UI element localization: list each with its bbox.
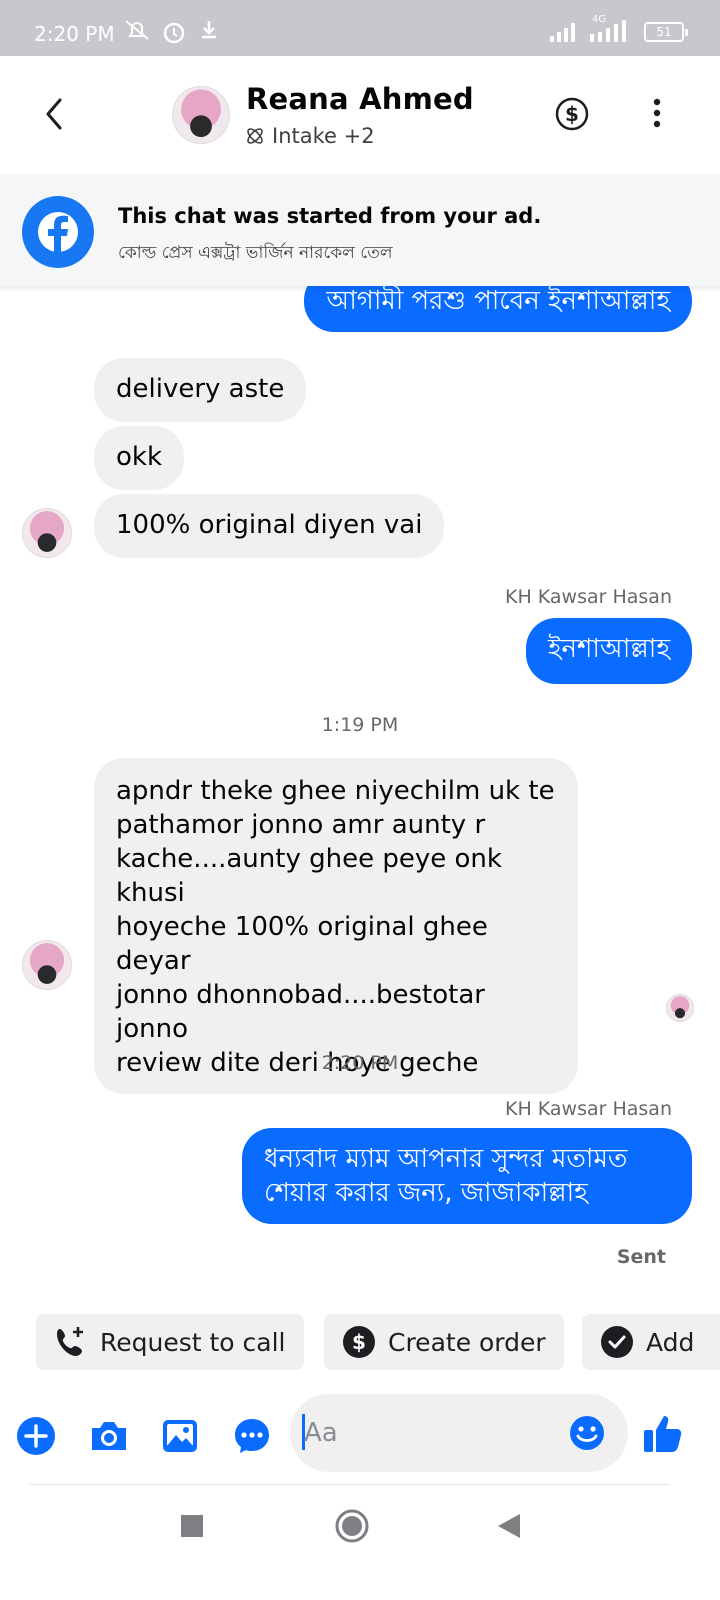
thumbs-up-icon[interactable]: [642, 1412, 684, 1456]
camera-icon[interactable]: [88, 1416, 130, 1456]
emoji-icon[interactable]: [568, 1414, 606, 1452]
gallery-icon[interactable]: [160, 1416, 200, 1456]
download-icon: [202, 21, 216, 39]
sender-name: KH Kawsar Hasan: [504, 1098, 672, 1120]
incoming-message[interactable]: 100% original diyen vai: [94, 494, 445, 558]
timestamp: 1:19 PM: [321, 714, 399, 736]
contact-avatar[interactable]: [172, 86, 230, 144]
message-input[interactable]: Aa: [290, 1394, 628, 1472]
battery-icon: 51: [644, 22, 688, 42]
status-time: 2:20 PM: [34, 22, 115, 46]
composer-divider: [30, 1484, 670, 1485]
facebook-logo-icon: [22, 196, 94, 268]
incoming-message[interactable]: delivery aste: [94, 358, 307, 422]
chat-bubble-icon[interactable]: [232, 1416, 272, 1456]
ad-banner-title: This chat was started from your ad.: [118, 204, 542, 228]
muted-notification-icon: [125, 20, 149, 40]
chat-header: Reana Ahmed Intake +2 $: [0, 56, 720, 174]
incoming-message[interactable]: okk: [94, 426, 185, 490]
home-circle-icon[interactable]: [334, 1508, 370, 1544]
dollar-icon: $: [343, 1326, 375, 1358]
sender-name: KH Kawsar Hasan: [504, 586, 672, 608]
incoming-message[interactable]: apndr theke ghee niyechilm uk te pathamo…: [94, 758, 578, 1094]
atom-icon: [247, 128, 263, 144]
network-type: 4G: [592, 14, 607, 25]
svg-text:$: $: [565, 102, 579, 126]
alarm-icon: [163, 22, 185, 44]
signal-4g-icon: 4G: [590, 14, 634, 42]
message-placeholder: Aa: [304, 1418, 338, 1448]
svg-text:$: $: [352, 1330, 366, 1354]
create-order-button[interactable]: $ Create order: [324, 1314, 564, 1370]
sender-avatar[interactable]: [22, 508, 72, 558]
subtitle-label: Intake +2: [272, 124, 375, 148]
more-options-icon[interactable]: [652, 98, 662, 128]
check-circle-icon: [601, 1326, 633, 1358]
message-status: Sent: [616, 1246, 666, 1268]
request-to-call-label: Request to call: [100, 1327, 286, 1357]
sender-avatar[interactable]: [22, 940, 72, 990]
battery-level: 51: [656, 25, 672, 39]
seen-by-avatar: [666, 994, 694, 1022]
create-order-label: Create order: [388, 1327, 546, 1357]
status-bar: 2:20 PM 4G 51: [0, 0, 720, 56]
ad-origin-banner[interactable]: This chat was started from your ad. কোল্…: [0, 174, 720, 286]
plus-icon[interactable]: [16, 1416, 56, 1456]
contact-name[interactable]: Reana Ahmed: [246, 82, 474, 116]
signal-icon: [550, 23, 575, 42]
payment-icon[interactable]: $: [554, 96, 590, 132]
contact-subtitle[interactable]: Intake +2: [244, 124, 375, 148]
timestamp: 2:20 PM: [321, 1052, 399, 1074]
add-button[interactable]: Add: [582, 1314, 720, 1370]
back-arrow-icon[interactable]: [40, 94, 70, 134]
ad-banner-subtitle: কোল্ড প্রেস এক্সট্রা ভার্জিন নারকেল তেল: [118, 243, 393, 263]
request-to-call-button[interactable]: Request to call: [36, 1314, 304, 1370]
phone-plus-icon: [57, 1327, 83, 1356]
add-label: Add: [646, 1327, 695, 1357]
back-triangle-icon[interactable]: [496, 1512, 522, 1540]
outgoing-message[interactable]: ইনশাআল্লাহ: [526, 618, 692, 684]
outgoing-message[interactable]: ধন্যবাদ ম্যাম আপনার সুন্দর মতামত শেয়ার …: [242, 1128, 692, 1224]
system-nav-bar: [0, 1490, 720, 1600]
recents-square-icon[interactable]: [180, 1514, 204, 1538]
